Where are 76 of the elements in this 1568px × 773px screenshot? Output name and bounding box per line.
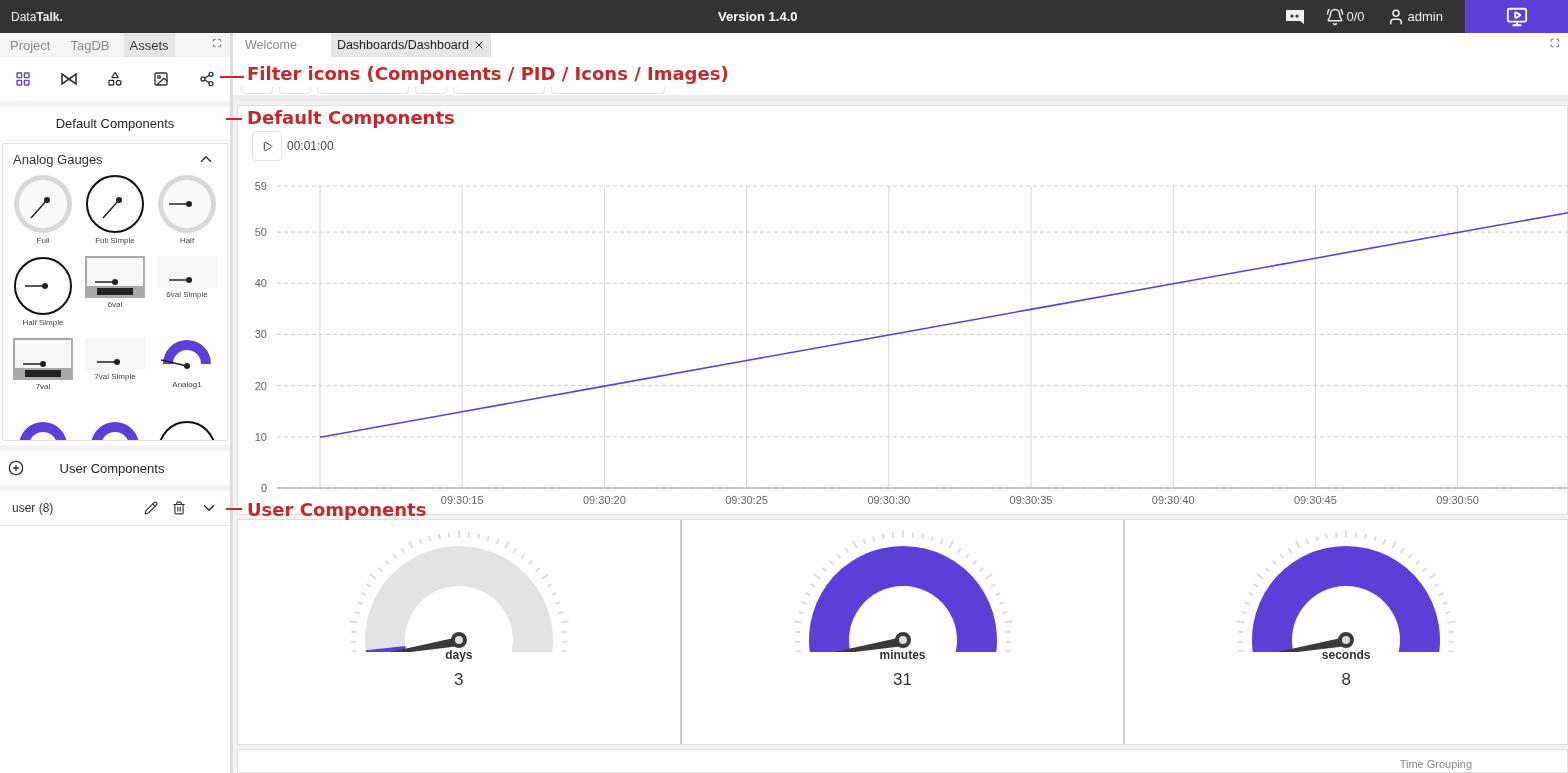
- play-button[interactable]: [1465, 0, 1568, 33]
- gauge-value: 3: [454, 670, 464, 690]
- gauge-name: Full Simple: [95, 236, 135, 245]
- monitor-play-icon: [1505, 5, 1528, 28]
- axis-label: 20: [254, 379, 267, 392]
- editor-tab[interactable]: Welcome: [239, 33, 303, 57]
- valve-icon[interactable]: [61, 73, 77, 85]
- gauge-name: 7val: [35, 382, 51, 391]
- axis-label: 09:30:20: [583, 494, 626, 506]
- section-header: Default Components: [0, 107, 230, 141]
- leader-line: [220, 76, 244, 78]
- alarm-count: 0/0: [1346, 9, 1365, 24]
- gauge-value: 8: [1341, 670, 1351, 690]
- leader-line: [226, 118, 242, 120]
- round-gauge-drawing: [13, 174, 73, 234]
- version-label: Version 1.4.0: [717, 9, 799, 24]
- axis-label: 09:30:30: [867, 494, 911, 506]
- group-title[interactable]: Analog Gauges: [13, 151, 103, 167]
- user-name[interactable]: admin: [1407, 9, 1443, 24]
- axis-label: 50: [254, 226, 267, 239]
- axis-label: 09:30:15: [440, 494, 484, 506]
- gauge-label: minutes: [879, 648, 926, 662]
- gauge-value: 31: [893, 670, 912, 690]
- axis-label: 09:30:40: [1151, 494, 1195, 506]
- callout-label: Filter icons (Components / PID / Icons / Images): [246, 64, 730, 84]
- editor-tab[interactable]: Dashboards/Dashboard: [330, 33, 491, 57]
- axis-label: 09:30:35: [1009, 494, 1053, 506]
- bell-icon[interactable]: [1325, 7, 1344, 26]
- components-icon[interactable]: [15, 71, 31, 87]
- gauge-name: Full: [36, 236, 50, 245]
- gauge-name: Analog1: [172, 380, 202, 389]
- half-gauge-drawing: [157, 174, 217, 234]
- panel-meter-drawing: [13, 338, 73, 380]
- gauge-label: days: [445, 648, 473, 662]
- panel-tab[interactable]: Assets: [123, 33, 175, 57]
- gauge-label: seconds: [1321, 648, 1371, 662]
- add-icon[interactable]: [8, 460, 24, 476]
- fullscreen-icon[interactable]: [1550, 38, 1560, 48]
- gauge-name: Half Simple: [22, 318, 64, 327]
- axis-label: 09:30:25: [725, 494, 768, 506]
- axis-label: 30: [254, 328, 267, 341]
- play-button[interactable]: [252, 131, 282, 161]
- axis-label: 09:30:45: [1294, 494, 1337, 506]
- image-icon[interactable]: [153, 71, 169, 87]
- panel-meter-drawing: [85, 256, 145, 298]
- gauge-name: 6val: [107, 300, 123, 309]
- section-header: User Components: [58, 460, 166, 476]
- callout-label: User Components: [246, 500, 428, 520]
- callout-label: Default Components: [246, 108, 456, 128]
- axis-label: 09:30:50: [1436, 494, 1479, 506]
- shapes-icon[interactable]: [107, 71, 123, 87]
- gauge-name: 7val Simple: [94, 372, 136, 381]
- axis-label: 59: [254, 180, 267, 192]
- panel-meter-drawing: [157, 256, 217, 288]
- axis-label: 40: [254, 277, 267, 290]
- axis-label: 10: [254, 430, 267, 443]
- share-icon[interactable]: [199, 71, 215, 87]
- needle-hub: [1338, 632, 1355, 648]
- round-gauge-drawing: [85, 174, 145, 234]
- chat-icon[interactable]: [1285, 9, 1304, 24]
- logo: DataTalk.: [10, 9, 64, 24]
- duration-label: 00:01:00: [287, 139, 334, 153]
- edit-icon[interactable]: [144, 501, 158, 515]
- axis-label: 0: [260, 482, 267, 494]
- needle-hub: [894, 632, 911, 648]
- gauge-name: 6val Simple: [166, 290, 208, 299]
- trash-icon[interactable]: [172, 501, 186, 515]
- fullscreen-icon[interactable]: [212, 38, 222, 48]
- group-title[interactable]: user (8): [12, 501, 130, 515]
- needle-hub: [450, 632, 467, 648]
- play-icon: [261, 140, 273, 152]
- half-gauge-drawing: [13, 256, 73, 316]
- leader-line: [226, 508, 242, 510]
- panel-meter-drawing: [85, 338, 145, 370]
- gauge-name: Half: [179, 236, 195, 245]
- panel-title: Time Grouping: [1399, 759, 1472, 772]
